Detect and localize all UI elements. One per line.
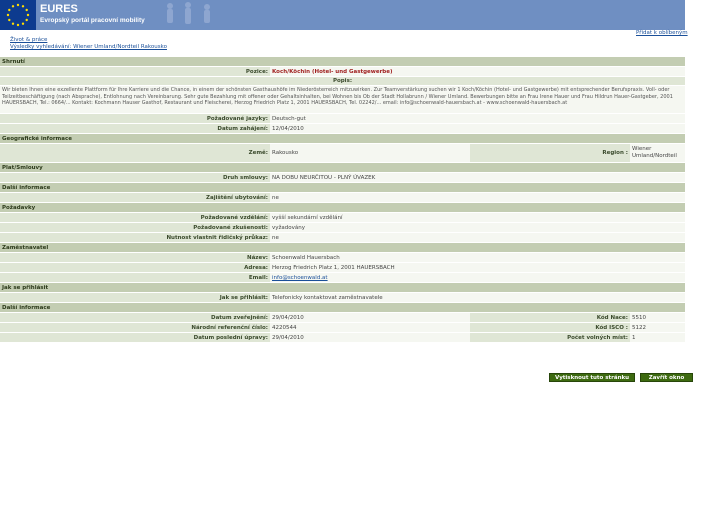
close-window-button[interactable]: Zavřít okno	[640, 373, 693, 382]
start-date-value: 12/04/2010	[270, 124, 685, 133]
email-link[interactable]: info@schoenwald.at	[270, 273, 685, 282]
nace-label: Kód Nace:	[470, 313, 630, 322]
brand-title: EURES	[40, 3, 78, 15]
isco-label: Kód ISCO :	[470, 323, 630, 332]
row-email: Email: info@schoenwald.at	[0, 273, 685, 283]
how-apply-value: Telefonicky kontaktovat zaměstnavatele	[270, 293, 685, 302]
row-accommodation: Zajištění ubytování: ne	[0, 193, 685, 203]
section-pay: Plat/Smlouvy	[0, 163, 685, 173]
address-value: Herzog Friedrich Platz 1, 2001 HAUERSBAC…	[270, 263, 685, 272]
people-silhouettes-icon	[160, 0, 685, 30]
row-how-apply: Jak se přihlásit: Telefonicky kontaktova…	[0, 293, 685, 303]
breadcrumb-link[interactable]: Výsledky vyhledávání: Wiener Umland/Nord…	[10, 44, 167, 51]
address-label: Adresa:	[0, 263, 270, 272]
license-label: Nutnost vlastnit řidičský průkaz:	[0, 233, 270, 242]
top-links: Život & práce Výsledky vyhledávání: Wien…	[10, 37, 167, 51]
description-label: Popis:	[0, 77, 685, 86]
life-work-link[interactable]: Život & práce	[10, 37, 167, 44]
languages-label: Požadované jazyky:	[0, 114, 270, 123]
updated-label: Datum poslední úpravy:	[0, 333, 270, 342]
row-address: Adresa: Herzog Friedrich Platz 1, 2001 H…	[0, 263, 685, 273]
how-apply-label: Jak se přihlásit:	[0, 293, 270, 302]
updated-value: 29/04/2010	[270, 333, 470, 342]
position-value: Koch/Köchin (Hotel- und Gastgewerbe)	[270, 67, 685, 76]
contract-label: Druh smlouvy:	[0, 173, 270, 182]
row-experience: Požadované zkušenosti: vyžadovány	[0, 223, 685, 233]
country-label: Země:	[0, 144, 270, 162]
position-label: Pozice:	[0, 67, 270, 76]
row-license: Nutnost vlastnit řidičský průkaz: ne	[0, 233, 685, 243]
license-value: ne	[270, 233, 685, 242]
brand-subtitle: Evropský portál pracovní mobility	[40, 17, 145, 24]
email-label: Email:	[0, 273, 270, 282]
section-more2: Další informace	[0, 303, 685, 313]
row-reference: Národní referenční číslo: 4220544 Kód IS…	[0, 323, 685, 333]
row-education: Požadované vzdělání: vyšší sekundární vz…	[0, 213, 685, 223]
section-geo: Geografické informace	[0, 134, 685, 144]
experience-value: vyžadovány	[270, 223, 685, 232]
published-value: 29/04/2010	[270, 313, 470, 322]
section-employer: Zaměstnavatel	[0, 243, 685, 253]
isco-value: 5122	[630, 323, 685, 332]
job-detail-table: Shrnutí Pozice: Koch/Köchin (Hotel- und …	[0, 57, 685, 343]
row-start-date: Datum zahájení: 12/04/2010	[0, 124, 685, 134]
reference-label: Národní referenční číslo:	[0, 323, 270, 332]
section-summary: Shrnutí	[0, 57, 685, 67]
start-date-label: Datum zahájení:	[0, 124, 270, 133]
section-requirements: Požadavky	[0, 203, 685, 213]
country-value: Rakousko	[270, 144, 470, 162]
row-languages: Požadované jazyky: Deutsch-gut	[0, 114, 685, 124]
eures-banner: EURES Evropský portál pracovní mobility	[0, 0, 685, 30]
contract-value: NA DOBU NEURČITOU - PLNÝ ÚVAZEK	[270, 173, 685, 182]
reference-value: 4220544	[270, 323, 470, 332]
published-label: Datum zveřejnění:	[0, 313, 270, 322]
experience-label: Požadované zkušenosti:	[0, 223, 270, 232]
row-contract: Druh smlouvy: NA DOBU NEURČITOU - PLNÝ Ú…	[0, 173, 685, 183]
accommodation-value: ne	[270, 193, 685, 202]
section-apply: Jak se přihlásit	[0, 283, 685, 293]
employer-name-value: Schoenwald Hauersbach	[270, 253, 685, 262]
education-value: vyšší sekundární vzdělání	[270, 213, 685, 222]
education-label: Požadované vzdělání:	[0, 213, 270, 222]
row-updated: Datum poslední úpravy: 29/04/2010 Počet …	[0, 333, 685, 343]
positions-value: 1	[630, 333, 685, 342]
nace-value: 5510	[630, 313, 685, 322]
accommodation-label: Zajištění ubytování:	[0, 193, 270, 202]
row-geo: Země: Rakousko Region : Wiener Umland/No…	[0, 144, 685, 163]
region-label: Region :	[470, 144, 630, 162]
employer-name-label: Název:	[0, 253, 270, 262]
add-favorites-link[interactable]: Přidat k oblíbeným	[636, 30, 688, 36]
description-text: Wir bieten Ihnen eine exzellente Plattfo…	[0, 86, 685, 114]
row-employer-name: Název: Schoenwald Hauersbach	[0, 253, 685, 263]
eu-flag-icon	[0, 0, 36, 30]
positions-label: Počet volných míst:	[470, 333, 630, 342]
row-published: Datum zveřejnění: 29/04/2010 Kód Nace: 5…	[0, 313, 685, 323]
languages-value: Deutsch-gut	[270, 114, 685, 123]
section-more: Další informace	[0, 183, 685, 193]
region-value: Wiener Umland/Nordteil	[630, 144, 685, 162]
row-position: Pozice: Koch/Köchin (Hotel- und Gastgewe…	[0, 67, 685, 77]
print-button[interactable]: Vytisknout tuto stránku	[549, 373, 635, 382]
